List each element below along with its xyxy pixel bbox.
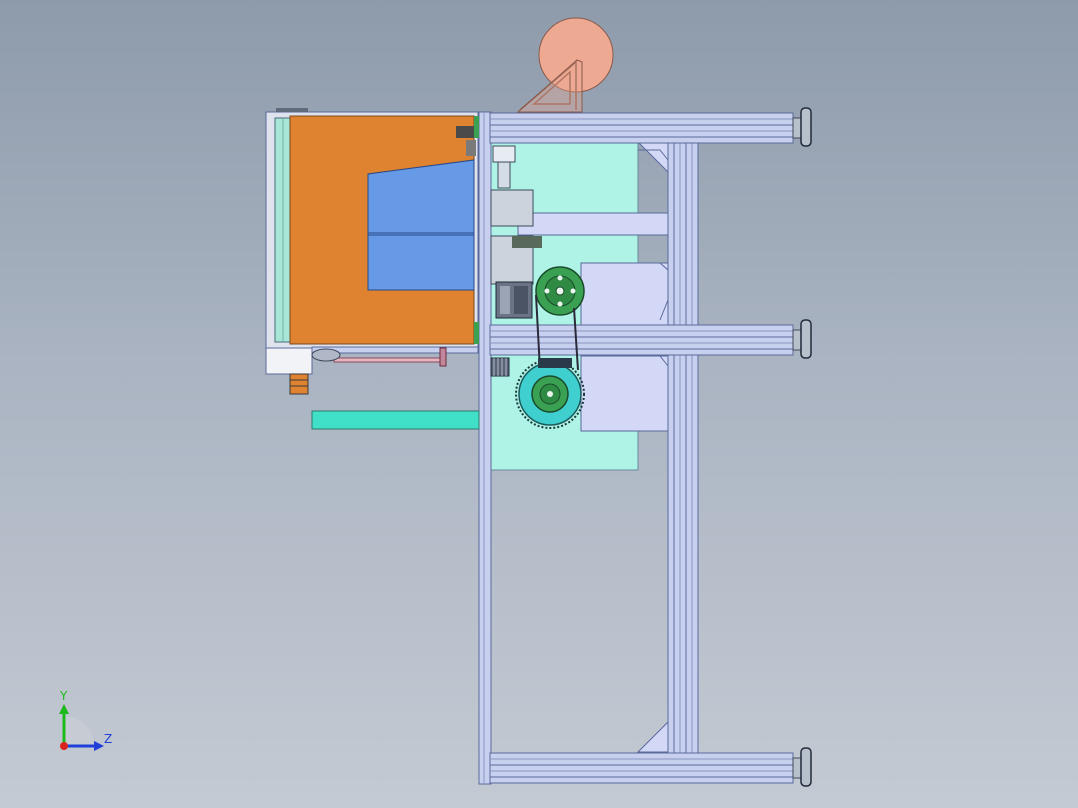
guide-rail	[311, 410, 480, 430]
cad-viewport[interactable]: Y Z	[0, 0, 1078, 808]
hopper-assembly	[265, 108, 479, 395]
supply-reel	[516, 17, 614, 113]
y-axis-label: Y	[59, 689, 68, 703]
leveling-feet	[792, 107, 812, 787]
coordinate-triad: Y Z	[59, 689, 112, 751]
origin-marker	[60, 742, 68, 750]
z-axis-label: Z	[104, 732, 112, 746]
